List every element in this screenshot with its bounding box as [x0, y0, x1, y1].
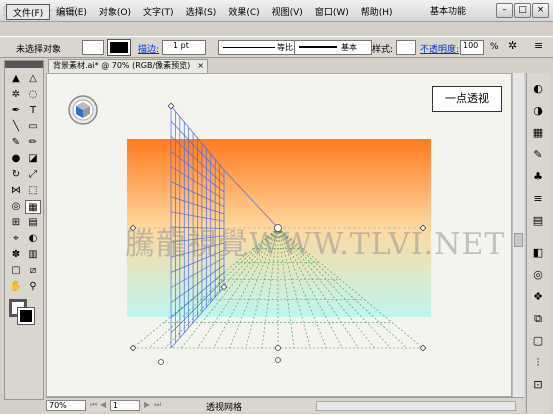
color-panel-icon[interactable]: ◐ — [531, 82, 545, 96]
main-menu: 文件(F) 编辑(E) 对象(O) 文字(T) 选择(S) 效果(C) 视图(V… — [6, 4, 399, 20]
minimize-button[interactable]: – — [496, 3, 513, 18]
variable-width-profile[interactable]: 等比 — [218, 40, 304, 55]
menu-file[interactable]: 文件(F) — [6, 4, 51, 20]
pen-tool-icon[interactable]: ✒ — [8, 104, 24, 118]
close-button[interactable]: × — [532, 3, 549, 18]
opacity-unit: % — [490, 42, 499, 52]
menu-window[interactable]: 窗口(W) — [309, 4, 355, 20]
symbols-icon[interactable]: ♣ — [531, 170, 545, 184]
graph-tool-icon[interactable]: ▥ — [25, 248, 41, 262]
shape-builder-tool-icon[interactable]: ◎ — [8, 200, 24, 214]
style-label: 样式: — [372, 45, 394, 55]
scroll-thumb[interactable] — [514, 233, 523, 247]
menu-help[interactable]: 帮助(H) — [355, 4, 399, 20]
scale-tool-icon[interactable]: ⤢ — [25, 168, 41, 182]
prev-artboard-icon[interactable]: ◀ — [100, 400, 106, 409]
zoom-tool-icon[interactable]: ⚲ — [25, 280, 41, 294]
wand-icon[interactable]: ✲ — [508, 39, 517, 52]
menu-object[interactable]: 对象(O) — [93, 4, 137, 20]
graphic-styles-icon[interactable]: ❖ — [531, 290, 545, 304]
symbol-sprayer-tool-icon[interactable]: ✽ — [8, 248, 24, 262]
document-tab[interactable]: 背景素材.ai* @ 70% (RGB/像素预览) × — [48, 59, 208, 73]
status-bar: 70% ⏮ ◀ 1 ▶ ⏭ 透视网格 — [46, 397, 524, 413]
line-tool-icon[interactable]: ╲ — [8, 120, 24, 134]
navigator-icon[interactable]: ⊡ — [531, 378, 545, 392]
stroke-label[interactable]: 描边: — [138, 42, 159, 55]
stroke-swatch[interactable] — [107, 39, 131, 56]
brush-definition[interactable]: 基本 — [294, 40, 372, 55]
gradient-tool-icon[interactable]: ▤ — [25, 216, 41, 230]
magic-wand-tool-icon[interactable]: ✲ — [8, 88, 24, 102]
current-tool-status: 透视网格 — [206, 403, 243, 413]
menu-bar: 思缘设计论坛 文件(F) 编辑(E) 对象(O) 文字(T) 选择(S) 效果(… — [0, 0, 553, 22]
workspace-switcher[interactable]: 基本功能 — [430, 4, 466, 17]
transparency-panel-icon[interactable]: ◧ — [531, 246, 545, 260]
menu-edit[interactable]: 编辑(E) — [50, 4, 93, 20]
control-bar: 未选择对象 描边: 1 pt 等比 基本 样式: 不透明度: 100 % ✲ ≡ — [0, 36, 553, 58]
layers-panel-icon[interactable]: ⧉ — [531, 312, 545, 326]
swatches-icon[interactable]: ▦ — [531, 126, 545, 140]
stroke-weight-field[interactable]: 1 pt — [162, 40, 206, 55]
horizontal-scrollbar[interactable] — [316, 401, 516, 411]
ground-handle-center — [275, 345, 281, 351]
artboard-canvas[interactable]: 騰龍視覺WWW.TLVI.NET — [46, 73, 512, 397]
artboard-tool-icon[interactable]: ▢ — [8, 264, 24, 278]
opacity-field[interactable]: 100 — [460, 40, 484, 55]
paintbrush-tool-icon[interactable]: ✎ — [8, 136, 24, 150]
selection-status: 未选择对象 — [16, 45, 62, 55]
hand-tool-icon[interactable]: ✋ — [8, 280, 24, 294]
artboards-panel-icon[interactable]: ▢ — [531, 334, 545, 348]
panel-menu-icon[interactable]: ≡ — [534, 39, 543, 52]
pencil-tool-icon[interactable]: ✏ — [25, 136, 41, 150]
blend-tool-icon[interactable]: ◐ — [25, 232, 41, 246]
restore-button[interactable]: □ — [514, 3, 531, 18]
blob-brush-tool-icon[interactable]: ● — [8, 152, 24, 166]
menu-type[interactable]: 文字(T) — [137, 4, 180, 20]
menu-select[interactable]: 选择(S) — [180, 4, 223, 20]
graphic-style-picker[interactable] — [396, 40, 416, 55]
type-tool-icon[interactable]: T — [25, 104, 41, 118]
eyedropper-tool-icon[interactable]: ⌖ — [8, 232, 24, 246]
brushes-icon[interactable]: ✎ — [531, 148, 545, 162]
opacity-label[interactable]: 不透明度: — [420, 42, 459, 55]
close-tab-icon[interactable]: × — [197, 60, 204, 72]
ground-handle-low — [275, 357, 281, 363]
mesh-tool-icon[interactable]: ⊞ — [8, 216, 24, 230]
fill-swatch[interactable] — [82, 40, 104, 55]
menu-view[interactable]: 视图(V) — [266, 4, 309, 20]
color-guide-icon[interactable]: ◑ — [531, 104, 545, 118]
selection-tool-icon[interactable]: ▲ — [8, 72, 24, 86]
vertical-scrollbar[interactable] — [512, 73, 524, 397]
appearance-panel-icon[interactable]: ◎ — [531, 268, 545, 282]
eraser-tool-icon[interactable]: ◪ — [25, 152, 41, 166]
slice-tool-icon[interactable]: ⧄ — [25, 264, 41, 278]
perspective-grid-tool-icon[interactable]: ▦ — [25, 200, 41, 214]
grid-extent-handle — [158, 359, 164, 365]
stroke-panel-icon[interactable]: ≡ — [531, 192, 545, 206]
gradient-panel-icon[interactable]: ▤ — [531, 214, 545, 228]
free-transform-tool-icon[interactable]: ⬚ — [25, 184, 41, 198]
zoom-field[interactable]: 70% — [46, 400, 86, 411]
plane-switching-widget[interactable] — [67, 94, 99, 126]
menu-effect[interactable]: 效果(C) — [222, 4, 265, 20]
last-artboard-icon[interactable]: ⏭ — [154, 400, 161, 410]
rectangle-tool-icon[interactable]: ▭ — [25, 120, 41, 134]
perspective-type-label: 一点透视 — [432, 86, 502, 112]
rotate-tool-icon[interactable]: ↻ — [8, 168, 24, 182]
first-artboard-icon[interactable]: ⏮ — [90, 400, 97, 410]
direct-selection-tool-icon[interactable]: △ — [25, 72, 41, 86]
artboard-number-field[interactable]: 1 — [110, 400, 140, 411]
lasso-tool-icon[interactable]: ◌ — [25, 88, 41, 102]
brand-watermark: 騰龍視覺WWW.TLVI.NET — [125, 227, 506, 262]
stroke-color-swatch[interactable] — [17, 307, 35, 325]
next-artboard-icon[interactable]: ▶ — [144, 400, 150, 409]
align-panel-icon[interactable]: ⫶ — [531, 356, 545, 370]
width-tool-icon[interactable]: ⋈ — [8, 184, 24, 198]
